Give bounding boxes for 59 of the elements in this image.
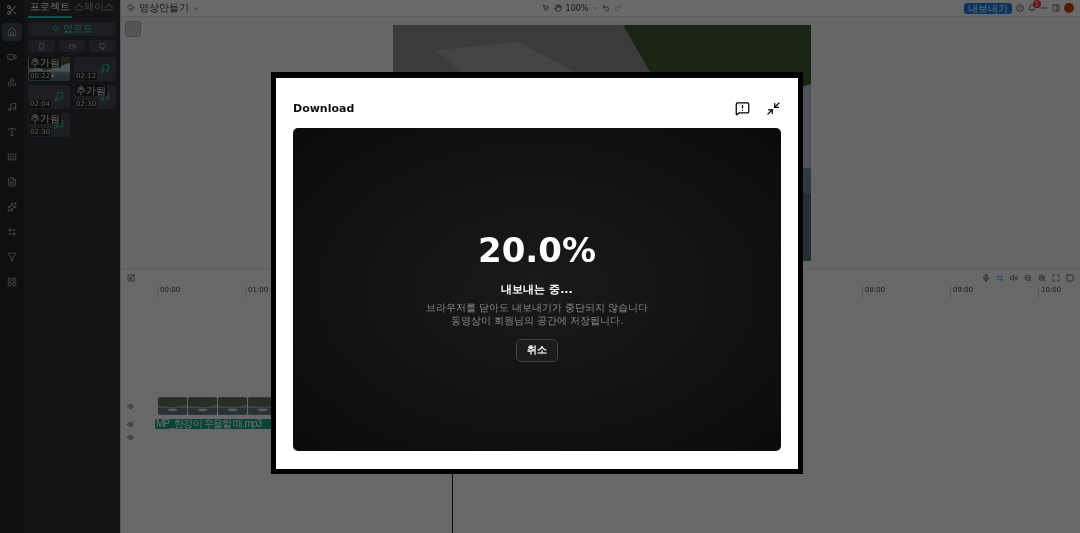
- camera-icon: [68, 42, 76, 50]
- undo-icon[interactable]: [602, 4, 611, 12]
- music-icon: [7, 102, 17, 112]
- chevron-down-icon[interactable]: [592, 5, 599, 11]
- shapes-icon: [7, 77, 17, 87]
- sparkle-icon: [7, 202, 17, 212]
- zoom-level[interactable]: 100%: [565, 3, 589, 13]
- monitor-icon: [99, 42, 107, 50]
- eye-icon[interactable]: [127, 433, 134, 441]
- camera-button[interactable]: [58, 40, 86, 52]
- home-icon: [7, 27, 17, 37]
- help-icon[interactable]: [1016, 4, 1024, 12]
- screen-button[interactable]: [89, 40, 116, 52]
- phone-icon: [37, 42, 45, 50]
- cloud-icon: [127, 4, 135, 12]
- audio-icon[interactable]: [1010, 274, 1018, 282]
- filter-icon: [7, 252, 17, 262]
- feedback-icon[interactable]: [735, 100, 750, 116]
- grid-icon: [7, 277, 17, 287]
- added-badge: 추가됨: [29, 113, 61, 124]
- preview-icon[interactable]: [1066, 274, 1074, 282]
- fit-icon[interactable]: [1052, 274, 1060, 282]
- split-icon[interactable]: [127, 274, 135, 282]
- chevron-down-icon[interactable]: [193, 4, 200, 12]
- cancel-button[interactable]: 취소: [516, 338, 558, 362]
- added-badge: 추가됨: [75, 85, 107, 96]
- export-status: 내보내는 중...: [501, 281, 573, 297]
- project-title: 영상만들기: [139, 1, 189, 15]
- logo-icon: [6, 4, 18, 16]
- progress-percent: 20.0%: [478, 229, 596, 270]
- panel-tab[interactable]: 프로젝트: [28, 0, 72, 18]
- transition-icon: [7, 227, 17, 237]
- avatar[interactable]: [1064, 3, 1074, 13]
- video-icon: [7, 52, 17, 62]
- music-note-icon: [99, 63, 110, 74]
- added-badge: 추가됨: [29, 57, 61, 68]
- minimize-icon[interactable]: [766, 100, 781, 116]
- eye-icon[interactable]: [127, 420, 134, 428]
- text-icon: [7, 127, 17, 137]
- mic-icon[interactable]: [982, 274, 990, 282]
- link-icon[interactable]: [996, 274, 1004, 282]
- pointer-icon[interactable]: [541, 4, 550, 12]
- ratio-button[interactable]: [125, 21, 141, 37]
- more-icon[interactable]: [1040, 4, 1048, 12]
- zoom-in-icon[interactable]: [1038, 274, 1046, 282]
- captions-icon: [7, 152, 17, 162]
- zoom-out-icon[interactable]: [1024, 274, 1032, 282]
- sidebar-item[interactable]: [2, 23, 22, 41]
- export-button[interactable]: 내보내기: [964, 2, 1012, 14]
- bell-icon[interactable]: [1028, 4, 1036, 12]
- panel-icon[interactable]: [1052, 4, 1060, 12]
- music-note-icon: [53, 91, 64, 102]
- cloud-upload-icon: [51, 25, 60, 33]
- dialog-title: Download: [293, 101, 356, 115]
- document-icon: [7, 177, 17, 187]
- export-message: 브라우저를 닫아도 내보내기가 중단되지 않습니다 동영상이 회원님의 공간에 저장됩니다.: [425, 300, 649, 327]
- hand-icon[interactable]: [553, 4, 562, 12]
- phone-button[interactable]: [28, 40, 55, 52]
- eye-icon[interactable]: [127, 402, 134, 410]
